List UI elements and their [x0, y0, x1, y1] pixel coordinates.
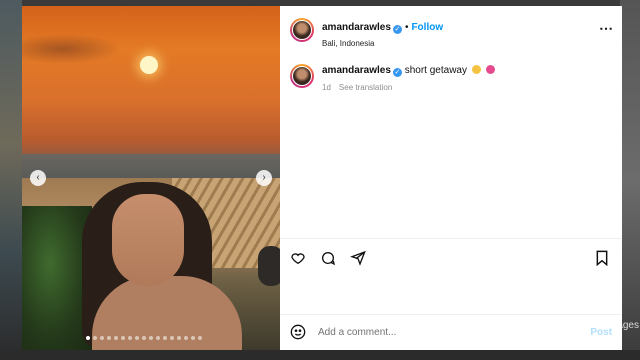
background-bottom-edge — [0, 350, 640, 360]
post-modal: ‹ › amandarawles ✓ • Follow Bali, Indonesia… — [22, 6, 622, 350]
carousel-dot — [107, 336, 111, 340]
verified-badge-icon: ✓ — [392, 25, 402, 34]
carousel-dot — [163, 336, 167, 340]
like-button[interactable] — [288, 248, 308, 268]
carousel-dot — [100, 336, 104, 340]
cloud — [22, 34, 122, 64]
save-button[interactable] — [592, 248, 612, 268]
carousel-dot — [86, 336, 90, 340]
caption: amandarawles ✓ short getaway 1d See transl… — [290, 64, 495, 92]
emoji-icon[interactable] — [290, 324, 306, 340]
comment-bar: Post — [290, 322, 612, 342]
carousel-dot — [135, 336, 139, 340]
sunset-photo — [22, 6, 280, 180]
carousel-dot — [121, 336, 125, 340]
separator: • — [404, 22, 409, 33]
chevron-right-icon: › — [262, 172, 266, 183]
caption-avatar[interactable] — [290, 64, 314, 88]
flower-emoji-icon — [485, 65, 495, 74]
carousel-dot — [177, 336, 181, 340]
carousel-dot — [114, 336, 118, 340]
username-link[interactable]: amandarawles — [322, 22, 391, 33]
carousel-dot — [170, 336, 174, 340]
share-icon — [350, 250, 366, 266]
verified-badge-icon: ✓ — [392, 68, 402, 77]
follow-button[interactable]: Follow — [411, 22, 443, 33]
post-time: 1d — [322, 83, 331, 92]
carousel-prev-button[interactable]: ‹ — [30, 170, 46, 186]
caption-text: short getaway — [404, 65, 467, 76]
carousel-dot — [156, 336, 160, 340]
carousel-next-button[interactable]: › — [256, 170, 272, 186]
more-options-icon[interactable]: ⋯ — [599, 20, 613, 37]
caption-username-link[interactable]: amandarawles — [322, 65, 391, 76]
post-comment-button[interactable]: Post — [590, 327, 612, 338]
carousel-dot — [128, 336, 132, 340]
background-person — [258, 246, 280, 286]
caption-text-line: amandarawles ✓ short getaway — [322, 65, 495, 77]
comment-icon — [322, 252, 335, 266]
actions-divider — [280, 238, 622, 239]
caption-meta: 1d See translation — [322, 83, 495, 92]
location-link[interactable]: Bali, Indonesia — [322, 39, 443, 48]
post-header: amandarawles ✓ • Follow Bali, Indonesia — [290, 18, 443, 48]
action-bar — [288, 248, 368, 268]
avatar[interactable] — [290, 18, 314, 42]
carousel-dot — [142, 336, 146, 340]
background-left-edge — [0, 0, 22, 360]
background-right-edge — [620, 0, 640, 360]
sun-emoji-icon — [471, 65, 481, 74]
caption-body: amandarawles ✓ short getaway 1d See transl… — [322, 65, 495, 92]
carousel-dots — [86, 336, 202, 340]
chevron-left-icon: ‹ — [36, 172, 40, 183]
post-media-carousel[interactable]: ‹ › — [22, 6, 280, 350]
face — [112, 194, 184, 286]
heart-icon — [291, 253, 305, 265]
carousel-dot — [191, 336, 195, 340]
carousel-dot — [93, 336, 97, 340]
post-sidebar: amandarawles ✓ • Follow Bali, Indonesia ⋯ a… — [280, 6, 622, 350]
comment-input[interactable] — [318, 326, 591, 338]
sea — [22, 154, 280, 180]
header-info: amandarawles ✓ • Follow Bali, Indonesia — [322, 17, 443, 48]
sun — [140, 56, 158, 74]
see-translation-link[interactable]: See translation — [339, 83, 392, 92]
carousel-dot — [184, 336, 188, 340]
carousel-dot — [198, 336, 202, 340]
share-button[interactable] — [348, 248, 368, 268]
comment-divider — [280, 314, 622, 315]
carousel-dot — [149, 336, 153, 340]
bookmark-icon — [596, 250, 608, 266]
comment-button[interactable] — [318, 248, 338, 268]
